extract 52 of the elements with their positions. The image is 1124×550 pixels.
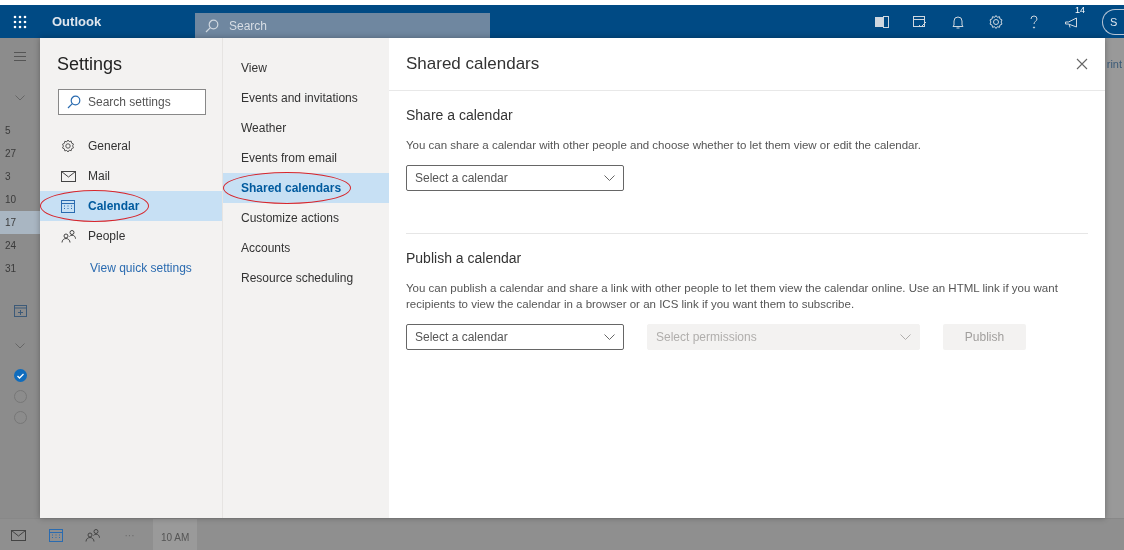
settings-subcategory[interactable]: Accounts (223, 233, 389, 263)
date-number[interactable]: 17 (0, 211, 40, 234)
panel-title: Shared calendars (406, 54, 540, 74)
mail-icon (60, 170, 76, 182)
calendar-icon (61, 199, 75, 213)
settings-subcategory[interactable]: Events and invitations (223, 83, 389, 113)
settings-subcategory[interactable]: Customize actions (223, 203, 389, 233)
menu-icon[interactable] (14, 52, 26, 61)
close-icon[interactable] (1076, 58, 1088, 70)
settings-subcategory[interactable]: Shared calendars (223, 173, 389, 203)
settings-icon[interactable] (988, 13, 1004, 30)
view-quick-settings-link[interactable]: View quick settings (40, 261, 222, 275)
date-number[interactable]: 3 (0, 165, 40, 188)
people-icon (60, 229, 76, 243)
settings-title: Settings (57, 54, 124, 76)
chevron-down-icon (604, 175, 615, 181)
calendar-check-icon[interactable] (912, 13, 928, 30)
notebook-icon[interactable] (874, 13, 890, 30)
search-icon (205, 18, 219, 33)
settings-category[interactable]: General (40, 131, 222, 161)
chevron-down-icon (900, 334, 911, 340)
checkmark-icon (16, 372, 24, 379)
settings-subcategory[interactable]: View (223, 53, 389, 83)
section-description: You can share a calendar with other people and choose whether to let them view or edit the calendar. (406, 138, 922, 153)
date-number[interactable]: 10 (0, 188, 40, 211)
date-number[interactable]: 31 (0, 257, 40, 280)
section-heading: Publish a calendar (406, 250, 523, 266)
settings-category[interactable]: Mail (40, 161, 222, 191)
date-number[interactable]: 5 (0, 119, 40, 142)
calendar-checkbox[interactable] (13, 369, 27, 382)
settings-subcategory[interactable]: Resource scheduling (223, 263, 389, 293)
date-number[interactable]: 27 (0, 142, 40, 165)
time-label: 10 AM (153, 519, 198, 550)
calendar-dropdown[interactable]: Select a calendar (406, 324, 624, 350)
search-settings-field[interactable]: Search settings (58, 89, 206, 115)
app-name: Outlook (52, 14, 103, 29)
section-heading: Share a calendar (406, 107, 514, 123)
bell-icon[interactable] (950, 13, 966, 30)
settings-category[interactable]: People (40, 221, 222, 251)
mail-icon[interactable] (11, 529, 26, 541)
notification-count: 14 (1075, 4, 1085, 15)
settings-category[interactable]: Calendar (40, 191, 222, 221)
chevron-down-icon (604, 334, 615, 340)
people-icon[interactable] (85, 528, 100, 542)
app-launcher-icon[interactable] (13, 14, 27, 29)
section-description: You can publish a calendar and share a link with other people to let them view the calendar online. Use an HTML link if you want recipients to view the calendar in a browser or an ICS link if you want them to subscribe. (406, 281, 1059, 312)
date-number[interactable]: 24 (0, 234, 40, 257)
settings-subcategory[interactable]: Events from email (223, 143, 389, 173)
settings-subcategory[interactable]: Weather (223, 113, 389, 143)
gear-icon (61, 139, 75, 153)
calendar-dropdown[interactable]: Select a calendar (406, 165, 624, 191)
search-icon (67, 95, 81, 109)
